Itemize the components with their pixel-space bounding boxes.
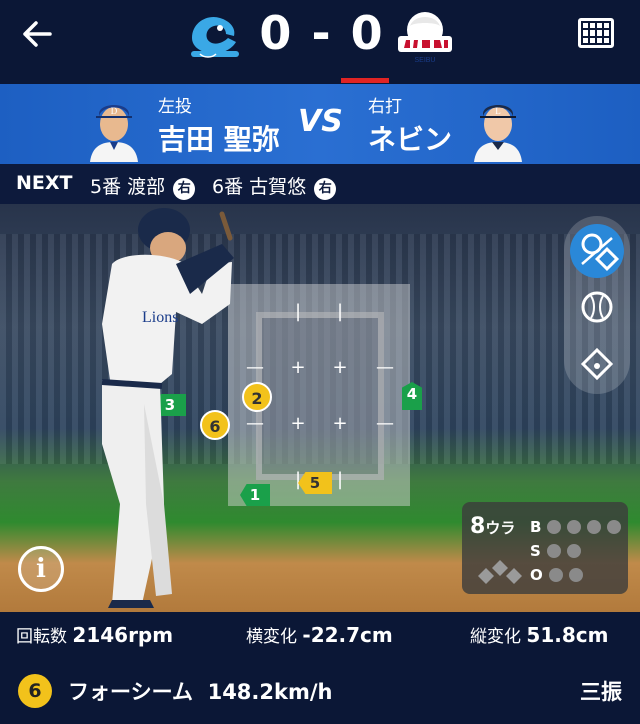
view-mode-toolbar xyxy=(564,216,630,394)
matchup-bar: D 左投 吉田 聖弥 VS 右打 ネビン L xyxy=(0,84,640,164)
next-batter-1[interactable]: 5番 渡部 右 xyxy=(90,172,196,200)
pitch-stats-panel: 回転数 2146rpm 横変化 -22.7cm 縦変化 51.8cm 6 フォー… xyxy=(0,612,640,724)
score-separator: - xyxy=(311,6,333,60)
spin-rate-stat: 回転数 2146rpm xyxy=(16,622,173,647)
pitch-view-button[interactable] xyxy=(570,280,624,334)
pitch-result: 三振 xyxy=(580,680,622,704)
next-batter-order: 5番 xyxy=(90,176,122,198)
svg-text:Lions: Lions xyxy=(142,309,178,326)
home-score: 0 xyxy=(259,6,294,60)
active-tab-indicator xyxy=(341,78,389,83)
scoreboard-grid-icon xyxy=(583,23,609,43)
zone-mark: + xyxy=(290,413,306,434)
horizontal-break-label: 横変化 xyxy=(246,627,297,647)
vertical-break-label: 縦変化 xyxy=(470,627,521,647)
pitch-tracking-icon xyxy=(581,233,620,272)
top-bar: 0 - 0 SEIBU xyxy=(0,0,640,84)
ball-label: B xyxy=(530,518,542,536)
scoreboard: 0 - 0 xyxy=(258,6,386,60)
out-count-row: O xyxy=(530,566,583,584)
vertical-break-value: 51.8cm xyxy=(526,623,609,647)
pitcher-avatar: D xyxy=(82,90,146,162)
zone-mark: + xyxy=(290,357,306,378)
pitch-marker-4[interactable]: 4 xyxy=(402,382,422,410)
zone-mark: | xyxy=(294,301,302,322)
pitch-speed: 148.2km/h xyxy=(207,680,333,704)
next-label: NEXT xyxy=(16,172,73,194)
zone-mark: + xyxy=(332,357,348,378)
baseball-icon xyxy=(581,291,613,323)
pitcher-role: 左投 xyxy=(158,97,192,117)
pitch-info: フォーシーム 148.2km/h xyxy=(68,676,332,706)
scoreboard-grid-button[interactable] xyxy=(578,18,614,48)
next-batter-name: 渡部 xyxy=(127,176,166,198)
strike-zone-inner xyxy=(256,312,384,480)
vs-label: VS xyxy=(298,104,343,139)
next-batters-bar: NEXT 5番 渡部 右 6番 古賀悠 右 xyxy=(0,164,640,204)
batter-avatar: L xyxy=(466,90,530,162)
next-batter-order: 6番 xyxy=(212,176,244,198)
bases-icon xyxy=(478,560,522,584)
pitcher-name[interactable]: 吉田 聖弥 xyxy=(158,118,280,158)
zone-mark: — xyxy=(376,357,394,378)
dragons-logo xyxy=(186,8,244,68)
away-score: 0 xyxy=(350,6,385,60)
zone-mark: + xyxy=(332,413,348,434)
ball-count-row: B xyxy=(530,518,622,536)
back-button[interactable] xyxy=(22,16,66,52)
pitch-number-badge: 6 xyxy=(18,674,52,708)
spin-rate-value: 2146rpm xyxy=(72,623,174,647)
batting-hand-badge: 右 xyxy=(314,178,337,200)
out-label: O xyxy=(530,566,543,584)
next-batter-2[interactable]: 6番 古賀悠 右 xyxy=(212,172,337,200)
horizontal-break-stat: 横変化 -22.7cm xyxy=(246,622,393,647)
pitch-type: フォーシーム xyxy=(68,680,193,704)
inning-number: 8 xyxy=(470,514,486,539)
svg-text:L: L xyxy=(495,106,501,116)
spin-rate-label: 回転数 xyxy=(16,627,67,647)
vertical-break-stat: 縦変化 51.8cm xyxy=(470,622,608,647)
strike-count-row: S xyxy=(530,542,581,560)
lions-logo: SEIBU xyxy=(396,8,454,68)
horizontal-break-value: -22.7cm xyxy=(302,623,393,647)
svg-text:SEIBU: SEIBU xyxy=(414,57,435,64)
inning-half: ウラ xyxy=(485,519,516,537)
batter-figure: Lions xyxy=(72,204,252,612)
field-view-button[interactable] xyxy=(570,336,624,390)
pitch-tracking-button[interactable] xyxy=(570,224,624,278)
inning-indicator: 8ウラ xyxy=(470,514,515,539)
zone-mark: — xyxy=(376,413,394,434)
svg-text:D: D xyxy=(111,106,118,116)
batter-name[interactable]: ネビン xyxy=(368,118,452,158)
info-button[interactable]: i xyxy=(18,546,64,592)
diamond-icon xyxy=(580,347,614,381)
info-icon: i xyxy=(36,554,46,584)
zone-mark: | xyxy=(336,469,344,490)
batter-role: 右打 xyxy=(368,97,402,117)
pitch-field-view: | | — + + — — + + — | | 1 2 3 4 5 6 Lion… xyxy=(0,204,640,612)
zone-mark: | xyxy=(336,301,344,322)
batting-hand-badge: 右 xyxy=(173,178,196,200)
next-batter-name: 古賀悠 xyxy=(249,176,307,198)
arrow-left-icon xyxy=(23,21,52,47)
current-pitch-row[interactable]: 6 フォーシーム 148.2km/h 三振 xyxy=(0,664,640,724)
strike-label: S xyxy=(530,542,541,560)
count-panel: 8ウラ B S O xyxy=(462,502,628,594)
